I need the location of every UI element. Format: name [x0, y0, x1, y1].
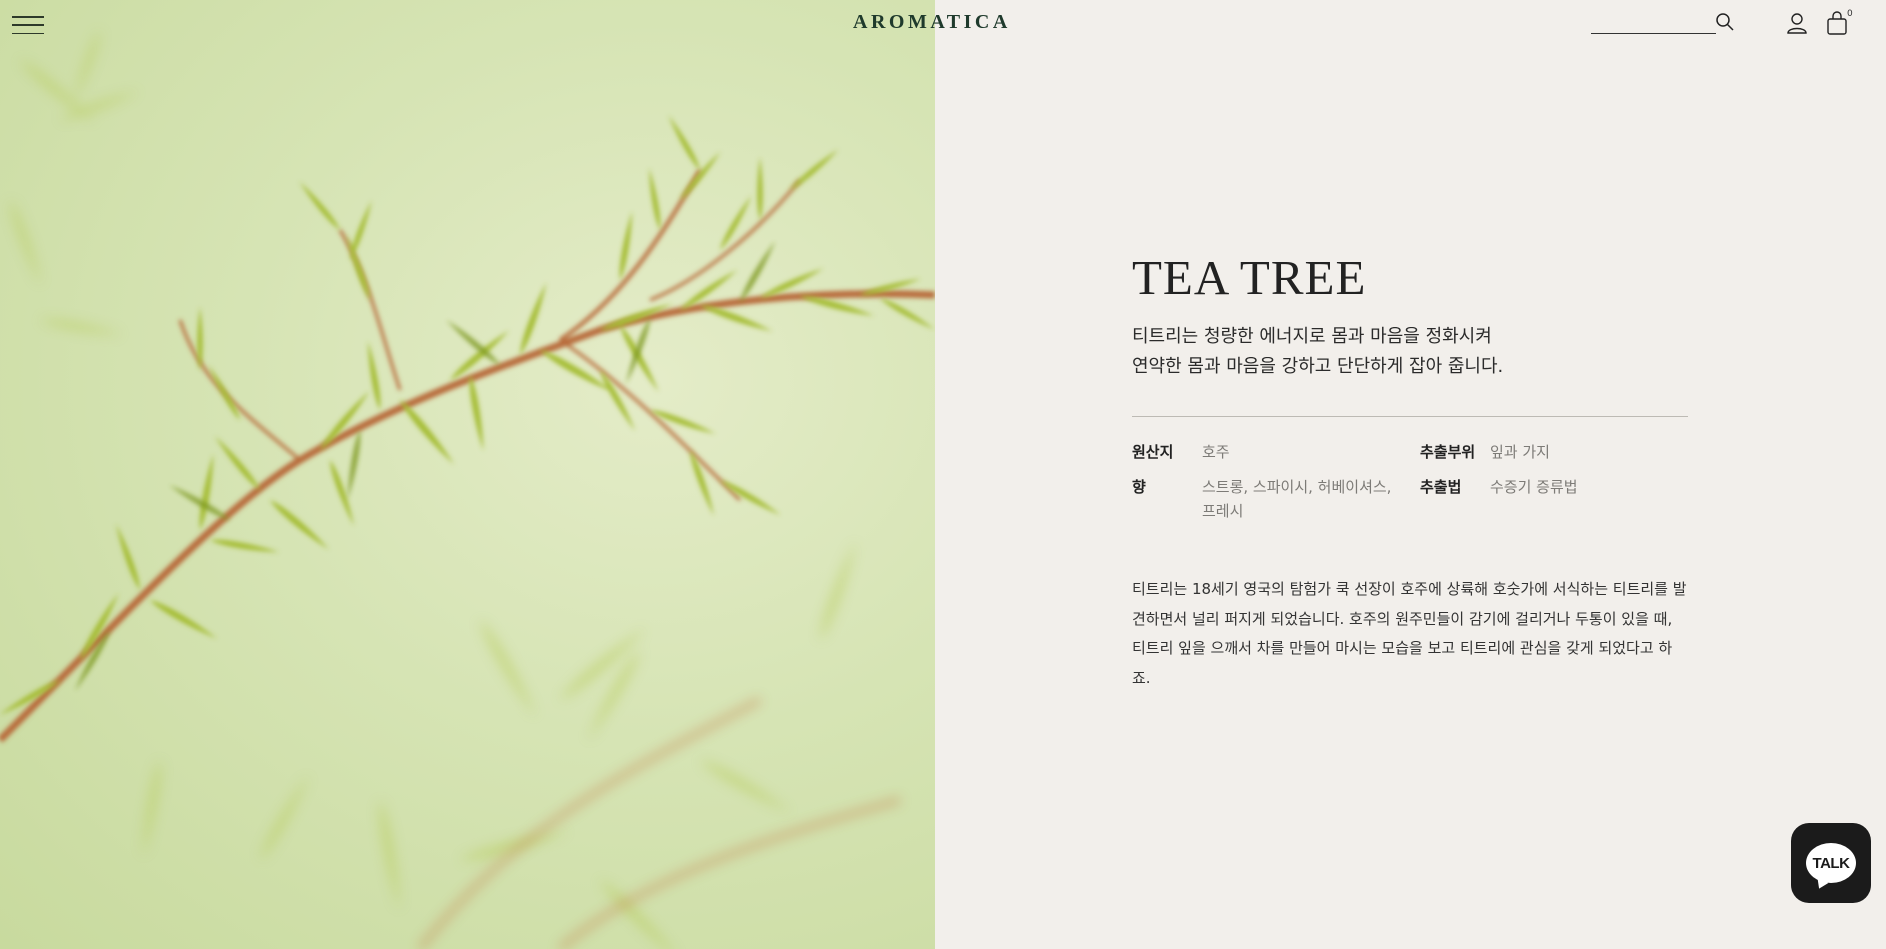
- product-description: 티트리는 18세기 영국의 탐험가 쿡 선장이 호주에 상륙해 호숫가에 서식하…: [1132, 580, 1687, 687]
- spec-label: 원산지: [1132, 443, 1174, 461]
- spec-value: 수증기 증류법: [1490, 478, 1578, 496]
- user-icon[interactable]: [1786, 12, 1808, 34]
- spec-label: 향: [1132, 478, 1146, 496]
- product-title: TEA TREE: [1132, 250, 1367, 305]
- spec-value: 잎과 가지: [1490, 443, 1550, 461]
- search-input[interactable]: [1591, 10, 1716, 34]
- spec-value: 스트롱, 스파이시, 허베이셔스, 프레시: [1202, 478, 1392, 520]
- cart-count-badge: 0: [1847, 9, 1853, 19]
- shopping-bag-icon[interactable]: [1826, 11, 1848, 35]
- subtitle-line: 티트리는 청량한 에너지로 몸과 마음을 정화시켜: [1132, 326, 1492, 347]
- search-bar: [1591, 10, 1735, 34]
- subtitle-line: 연약한 몸과 마음을 강하고 단단하게 잡아 줍니다.: [1132, 356, 1504, 377]
- spec-label: 추출법: [1420, 478, 1462, 496]
- divider: [1132, 416, 1688, 417]
- talk-chat-button[interactable]: TALK: [1791, 823, 1871, 903]
- hero-image: [0, 0, 935, 949]
- spec-label: 추출부위: [1420, 443, 1476, 461]
- menu-icon: [12, 16, 44, 18]
- spec-value: 호주: [1202, 443, 1230, 461]
- talk-label: TALK: [1812, 854, 1850, 872]
- product-subtitle: 티트리는 청량한 에너지로 몸과 마음을 정화시켜 연약한 몸과 마음을 강하고…: [1132, 322, 1688, 382]
- menu-button[interactable]: [12, 16, 44, 34]
- page: AROMATICA 0 TEA TREE 티트리는 청량한 에너지로 몸과 마음…: [0, 0, 1886, 949]
- logo[interactable]: AROMATICA: [853, 11, 1017, 34]
- search-icon[interactable]: [1715, 12, 1735, 32]
- tea-tree-branch-image: [0, 28, 935, 949]
- chat-bubble-icon: TALK: [1806, 843, 1856, 883]
